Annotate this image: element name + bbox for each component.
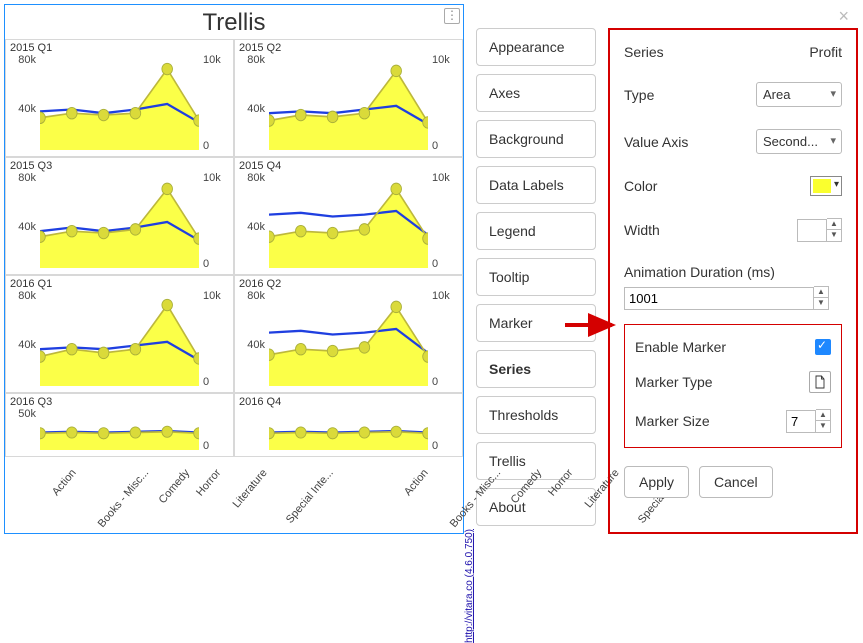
- nav-item-series[interactable]: Series: [476, 350, 596, 388]
- trellis-cell: 2016 Q1 80k40k 10k0: [5, 275, 234, 393]
- prop-enable-marker-label: Enable Marker: [635, 339, 726, 355]
- y-right-axis: 0: [432, 408, 460, 452]
- y-right-axis: 10k0: [432, 290, 460, 388]
- close-icon[interactable]: ×: [838, 6, 849, 27]
- nav-item-thresholds[interactable]: Thresholds: [476, 396, 596, 434]
- prop-animation-label: Animation Duration (ms): [624, 264, 842, 280]
- prop-series-label: Series: [624, 44, 664, 60]
- prop-animation-input[interactable]: [624, 287, 814, 310]
- cancel-button[interactable]: Cancel: [699, 466, 773, 498]
- cell-title: 2016 Q2: [239, 278, 458, 290]
- marker-settings-group: Enable Marker Marker Type Marker Size ▲▼: [624, 324, 842, 448]
- prop-marker-size-input[interactable]: [786, 410, 816, 433]
- prop-color-picker[interactable]: [810, 176, 842, 196]
- y-left-axis: [237, 408, 265, 452]
- y-left-axis: 80k40k: [237, 290, 265, 388]
- prop-width-input[interactable]: [797, 219, 827, 242]
- nav-item-marker[interactable]: Marker: [476, 304, 596, 342]
- prop-animation-spinner[interactable]: ▲▼: [624, 286, 842, 310]
- y-right-axis: 10k0: [203, 290, 231, 388]
- viz-kebab-menu[interactable]: ⋮: [444, 8, 460, 24]
- y-left-axis: 80k40k: [237, 172, 265, 270]
- spin-down-icon[interactable]: ▼: [816, 421, 830, 432]
- nav-item-tooltip[interactable]: Tooltip: [476, 258, 596, 296]
- prop-color-label: Color: [624, 178, 657, 194]
- nav-item-axes[interactable]: Axes: [476, 74, 596, 112]
- x-axis: ActionBooks - Misc...ComedyHorrorLiterat…: [5, 457, 357, 527]
- prop-width-label: Width: [624, 222, 660, 238]
- y-right-axis: 10k0: [432, 54, 460, 152]
- trellis-cell: 2015 Q2 80k40k 10k0: [234, 39, 463, 157]
- cell-plot: [269, 294, 428, 386]
- prop-enable-marker-checkbox[interactable]: [815, 339, 831, 355]
- trellis-cell: 2016 Q4 0: [234, 393, 463, 457]
- y-right-axis: 0: [203, 408, 231, 452]
- y-right-axis: 10k0: [203, 172, 231, 270]
- y-left-axis: 50k: [8, 408, 36, 452]
- apply-button[interactable]: Apply: [624, 466, 689, 498]
- cell-plot: [269, 176, 428, 268]
- prop-series-value: Profit: [809, 44, 842, 60]
- series-properties-panel: Series Profit Type Area Value Axis Secon…: [608, 28, 858, 534]
- cell-plot: [40, 412, 199, 450]
- cell-plot: [269, 412, 428, 450]
- y-left-axis: 80k40k: [8, 290, 36, 388]
- y-left-axis: 80k40k: [8, 54, 36, 152]
- trellis-cell: 2015 Q4 80k40k 10k0: [234, 157, 463, 275]
- prop-marker-size-label: Marker Size: [635, 413, 710, 429]
- cell-plot: [269, 58, 428, 150]
- cell-title: 2015 Q4: [239, 160, 458, 172]
- prop-value-axis-select[interactable]: Second...: [756, 129, 842, 154]
- y-left-axis: 80k40k: [237, 54, 265, 152]
- cell-plot: [40, 176, 199, 268]
- viz-title: Trellis: [5, 5, 463, 39]
- cell-title: 2015 Q2: [239, 42, 458, 54]
- spin-down-icon[interactable]: ▼: [827, 230, 841, 241]
- nav-item-background[interactable]: Background: [476, 120, 596, 158]
- cell-title: 2015 Q3: [10, 160, 229, 172]
- nav-item-legend[interactable]: Legend: [476, 212, 596, 250]
- prop-marker-size-spinner[interactable]: ▲▼: [786, 409, 831, 433]
- settings-nav: Appearance Axes Background Data Labels Legen…: [476, 4, 596, 534]
- cell-title: 2016 Q1: [10, 278, 229, 290]
- prop-value-axis-label: Value Axis: [624, 134, 688, 150]
- y-left-axis: 80k40k: [8, 172, 36, 270]
- trellis-viz-panel: ⋮ Trellis 2015 Q1 80k40k 10k0 2015 Q2 80…: [4, 4, 464, 534]
- trellis-grid: 2015 Q1 80k40k 10k0 2015 Q2 80k40k 10k0 …: [5, 39, 463, 457]
- trellis-cell: 2015 Q3 80k40k 10k0: [5, 157, 234, 275]
- spin-up-icon[interactable]: ▲: [816, 410, 830, 421]
- prop-type-select[interactable]: Area: [756, 82, 842, 107]
- y-right-axis: 10k0: [203, 54, 231, 152]
- spin-down-icon[interactable]: ▼: [814, 298, 828, 309]
- spin-up-icon[interactable]: ▲: [827, 219, 841, 230]
- cell-title: 2015 Q1: [10, 42, 229, 54]
- trellis-cell: 2016 Q3 50k 0: [5, 393, 234, 457]
- cell-plot: [40, 294, 199, 386]
- prop-marker-type-label: Marker Type: [635, 374, 713, 390]
- prop-width-spinner[interactable]: ▲▼: [797, 218, 842, 242]
- cell-title: 2016 Q4: [239, 396, 458, 408]
- cell-title: 2016 Q3: [10, 396, 229, 408]
- y-right-axis: 10k0: [432, 172, 460, 270]
- trellis-cell: 2015 Q1 80k40k 10k0: [5, 39, 234, 157]
- prop-marker-type-picker[interactable]: [809, 371, 831, 393]
- nav-item-appearance[interactable]: Appearance: [476, 28, 596, 66]
- prop-type-label: Type: [624, 87, 654, 103]
- cell-plot: [40, 58, 199, 150]
- viz-credit-link[interactable]: http://vitara.co (4.6.0.750): [464, 529, 475, 643]
- xaxis-row: ActionBooks - Misc...ComedyHorrorLiterat…: [5, 457, 463, 527]
- trellis-cell: 2016 Q2 80k40k 10k0: [234, 275, 463, 393]
- nav-item-data-labels[interactable]: Data Labels: [476, 166, 596, 204]
- spin-up-icon[interactable]: ▲: [814, 287, 828, 298]
